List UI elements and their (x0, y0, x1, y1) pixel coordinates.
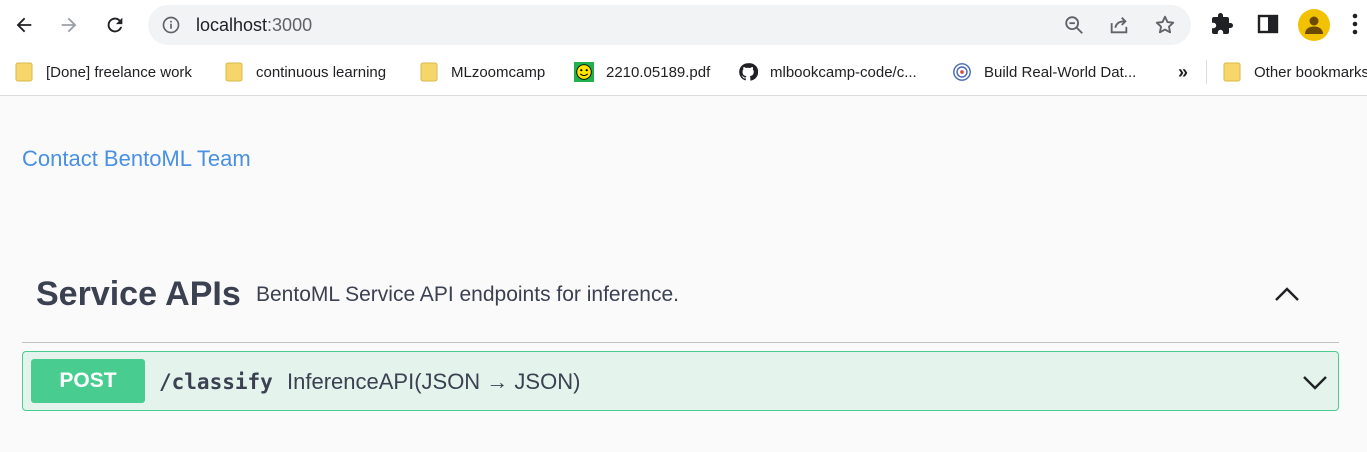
menu-button[interactable] (1345, 10, 1365, 38)
reload-icon (107, 17, 123, 33)
kebab-menu-icon (1352, 13, 1358, 35)
bookmark-label: 2210.05189.pdf (606, 63, 711, 81)
bookmarks-overflow-button[interactable]: » (1178, 60, 1188, 84)
bookmark-label: mlbookcamp-code/c... (770, 63, 917, 81)
operation-post-classify[interactable]: POST /classify InferenceAPI(JSON → JSON) (22, 351, 1339, 411)
back-button[interactable] (8, 9, 40, 41)
contact-link[interactable]: Contact BentoML Team (22, 146, 251, 172)
target-favicon-icon (952, 62, 972, 82)
bookmark-other[interactable]: Other bookmarks (1222, 60, 1367, 84)
star-icon[interactable] (1154, 14, 1176, 36)
info-icon[interactable] (161, 15, 181, 35)
address-bar[interactable]: localhost:3000 (148, 5, 1191, 45)
share-icon[interactable] (1108, 14, 1130, 36)
github-icon (738, 62, 758, 82)
service-apis-section-header[interactable]: Service APIs BentoML Service API endpoin… (22, 265, 1339, 343)
url-host: localhost (196, 15, 268, 35)
bookmark-label: MLzoomcamp (451, 63, 546, 81)
arrow-right-icon (61, 17, 77, 33)
chevron-up-icon[interactable] (1272, 279, 1302, 309)
forward-button[interactable] (53, 9, 85, 41)
browser-toolbar: localhost:3000 (0, 0, 1367, 50)
bookmark-label: continuous learning (256, 63, 387, 81)
folder-icon (1222, 62, 1242, 82)
bookmark-label: Other bookmarks (1254, 63, 1367, 81)
operation-path: /classify (159, 370, 273, 394)
person-icon (1305, 16, 1323, 34)
side-panel-icon (1257, 14, 1279, 34)
bookmark-build-real-world[interactable]: Build Real-World Dat... (952, 60, 1136, 84)
bookmarks-bar: [Done] freelance work continuous learnin… (0, 50, 1367, 96)
profile-avatar[interactable] (1298, 9, 1330, 41)
operation-summary: InferenceAPI(JSON → JSON) (287, 369, 581, 394)
bookmark-freelance-work[interactable]: [Done] freelance work (14, 60, 192, 84)
bookmark-pdf[interactable]: 2210.05189.pdf (574, 60, 710, 84)
bookmark-mlbookcamp[interactable]: mlbookcamp-code/c... (738, 60, 917, 84)
puzzle-icon (1212, 13, 1233, 34)
url-text[interactable]: localhost:3000 (196, 15, 312, 35)
reload-button[interactable] (99, 9, 131, 41)
chevron-double-right-icon: » (1178, 61, 1189, 82)
side-panel-button[interactable] (1254, 10, 1282, 38)
smiley-favicon-icon (574, 62, 594, 82)
section-title: Service APIs (36, 275, 241, 313)
zoom-icon[interactable] (1063, 14, 1085, 36)
bookmark-label: [Done] freelance work (46, 63, 192, 81)
folder-icon (14, 62, 34, 82)
bookmark-continuous-learning[interactable]: continuous learning (224, 60, 386, 84)
arrow-left-icon (16, 17, 32, 33)
url-port: :3000 (267, 15, 313, 35)
bookmarks-divider (1206, 60, 1207, 84)
folder-icon (224, 62, 244, 82)
bookmark-mlzoomcamp[interactable]: MLzoomcamp (419, 60, 545, 84)
extensions-button[interactable] (1208, 10, 1236, 38)
chevron-down-icon[interactable] (1301, 368, 1329, 396)
section-description: BentoML Service API endpoints for infere… (256, 283, 679, 306)
bookmark-label: Build Real-World Dat... (984, 63, 1137, 81)
method-badge: POST (31, 359, 145, 403)
folder-icon (419, 62, 439, 82)
